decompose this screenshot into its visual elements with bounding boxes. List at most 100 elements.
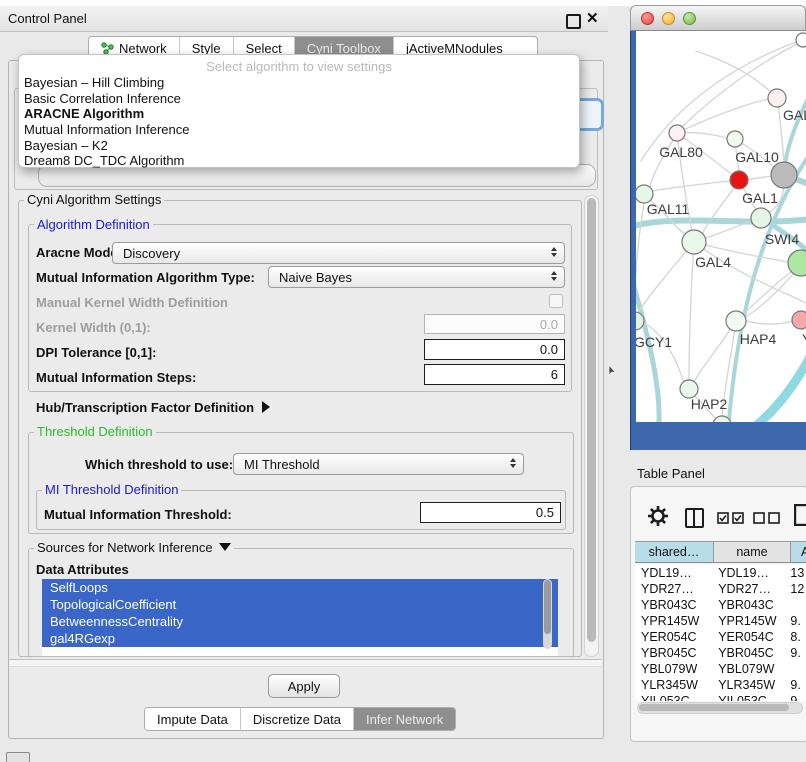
table-row[interactable]: YBR043CYBR043C [635, 597, 806, 613]
table-cell: YLR345W [635, 677, 712, 693]
network-node[interactable] [796, 33, 806, 47]
table-hscrollbar-thumb[interactable] [639, 704, 789, 711]
data-attributes-label: Data Attributes [36, 562, 129, 578]
table-row[interactable]: YIL053CYIL053C9 [635, 693, 806, 701]
mi-threshold-field[interactable]: 0.5 [420, 502, 561, 523]
table-body: YDL19…YDL19…13YDR27…YDR27…12YBR043CYBR04… [635, 565, 806, 701]
window-zoom-button[interactable] [683, 12, 696, 25]
manual-kernel-checkbox[interactable] [549, 294, 563, 308]
data-attribute-item[interactable]: BetweennessCentrality [42, 613, 558, 630]
table-cell: YBR043C [635, 597, 712, 613]
split-view-icon[interactable] [685, 508, 704, 528]
spinner-icon [510, 458, 516, 468]
network-edge [736, 272, 791, 321]
tab-impute-data[interactable]: Impute Data [145, 708, 241, 730]
table-cell: YLR345W [712, 677, 787, 693]
checked-boxes-icon[interactable] [717, 512, 745, 525]
algorithm-option[interactable]: Basic Correlation Inference [19, 91, 579, 107]
settings-scrollbar-thumb[interactable] [587, 198, 596, 642]
mi-steps-field[interactable]: 6 [424, 364, 565, 385]
threshold-definition-title: Threshold Definition [34, 425, 156, 439]
network-edge [638, 242, 694, 313]
table-row[interactable]: YBL079WYBL079W [635, 661, 806, 677]
network-node-label: GAL10 [735, 149, 779, 165]
gear-icon[interactable] [647, 505, 669, 527]
data-attribute-item[interactable]: gal4RGexp [42, 630, 558, 647]
network-node[interactable] [682, 230, 706, 254]
dpi-tolerance-field[interactable]: 0.0 [424, 339, 565, 360]
network-canvas[interactable]: GALGAL80GAL10GAL1GAL11SWI4GAL4GCY1HAP4YH… [636, 31, 806, 422]
network-node[interactable] [751, 208, 771, 228]
network-node[interactable] [726, 311, 746, 331]
document-icon[interactable] [794, 504, 806, 526]
network-window-titlebar[interactable] [630, 5, 806, 31]
algorithm-option[interactable]: Bayesian – K2 [19, 138, 579, 154]
network-edge [732, 353, 806, 422]
table-cell: YBR043C [712, 597, 787, 613]
network-node[interactable] [727, 131, 743, 147]
hub-definition-toggle[interactable]: Hub/Transcription Factor Definition [36, 400, 270, 416]
network-node[interactable] [771, 162, 797, 188]
algorithm-option[interactable]: Bayesian – Hill Climbing [19, 75, 579, 91]
tab-infer-network[interactable]: Infer Network [354, 708, 455, 730]
aracne-mode-select[interactable]: Discovery [112, 242, 565, 264]
algorithm-options: Bayesian – Hill ClimbingBasic Correlatio… [19, 75, 579, 169]
column-header-name[interactable]: name [714, 541, 791, 563]
table-row[interactable]: YLR345WYLR345W9. [635, 677, 806, 693]
attributes-scrollbar-thumb[interactable] [544, 580, 551, 634]
table-cell: YBR045C [635, 645, 712, 661]
data-attribute-item[interactable]: TopologicalCoefficient [42, 596, 558, 613]
kernel-width-label: Kernel Width (0,1): [36, 320, 151, 336]
settings-scrollbar[interactable] [584, 195, 599, 657]
network-edge [785, 91, 806, 163]
network-node[interactable] [730, 171, 748, 189]
network-edge [703, 180, 739, 233]
unchecked-boxes-icon[interactable] [753, 512, 781, 525]
algorithm-option[interactable]: Mutual Information Inference [19, 122, 579, 138]
spinner-icon [551, 271, 557, 281]
table-cell [787, 661, 806, 677]
screen: Control Panel ✕ Network Style Select Cyn… [0, 0, 806, 762]
window-close-button[interactable] [641, 12, 654, 25]
network-icon [101, 42, 115, 55]
algorithm-option[interactable]: ARACNE Algorithm [19, 106, 579, 122]
network-edge [636, 219, 806, 227]
network-node[interactable] [792, 311, 806, 329]
network-node[interactable] [669, 125, 685, 141]
table-row[interactable]: YBR045CYBR045C9. [635, 645, 806, 661]
mi-type-select[interactable]: Naive Bayes [268, 266, 565, 288]
algorithm-option[interactable]: Dream8 DC_TDC Algorithm [19, 153, 579, 169]
which-threshold-select[interactable]: MI Threshold [233, 453, 524, 475]
network-edge [689, 242, 694, 380]
table-row[interactable]: YDR27…YDR27…12 [635, 581, 806, 597]
column-header-shared[interactable]: shared… [635, 541, 714, 563]
kernel-width-field[interactable]: 0.0 [424, 314, 565, 334]
manual-kernel-label: Manual Kernel Width Definition [36, 295, 228, 311]
sources-title[interactable]: Sources for Network Inference [34, 541, 234, 555]
dpi-tolerance-label: DPI Tolerance [0,1]: [36, 345, 156, 361]
table-cell: YDL19… [635, 565, 712, 581]
table-hscrollbar[interactable] [637, 702, 803, 714]
data-attribute-item[interactable]: SelfLoops [42, 579, 558, 596]
collapsed-panel-icon[interactable] [6, 752, 30, 762]
tab-discretize-data[interactable]: Discretize Data [241, 708, 354, 730]
table-cell: YPR145W [712, 613, 787, 629]
network-node-label: HAP2 [691, 396, 728, 412]
network-node-label: HAP4 [740, 331, 777, 347]
control-panel-title: Control Panel [8, 11, 87, 26]
table-cell: YDR27… [635, 581, 712, 597]
table-row[interactable]: YDL19…YDL19…13 [635, 565, 806, 581]
float-panel-icon[interactable] [566, 14, 581, 29]
close-icon[interactable]: ✕ [586, 9, 599, 27]
attributes-scrollbar[interactable] [543, 579, 552, 649]
network-node[interactable] [768, 89, 786, 107]
table-cell: 9 [787, 693, 806, 701]
table-cell: YIL053C [712, 693, 787, 701]
network-node-label: GCY1 [636, 334, 672, 350]
window-minimize-button[interactable] [662, 12, 675, 25]
column-header-partial[interactable]: A [791, 541, 806, 563]
table-row[interactable]: YER054CYER054C8. [635, 629, 806, 645]
bottom-tabs: Impute Data Discretize Data Infer Networ… [144, 707, 456, 731]
table-row[interactable]: YPR145WYPR145W9. [635, 613, 806, 629]
apply-button[interactable]: Apply [268, 674, 340, 698]
